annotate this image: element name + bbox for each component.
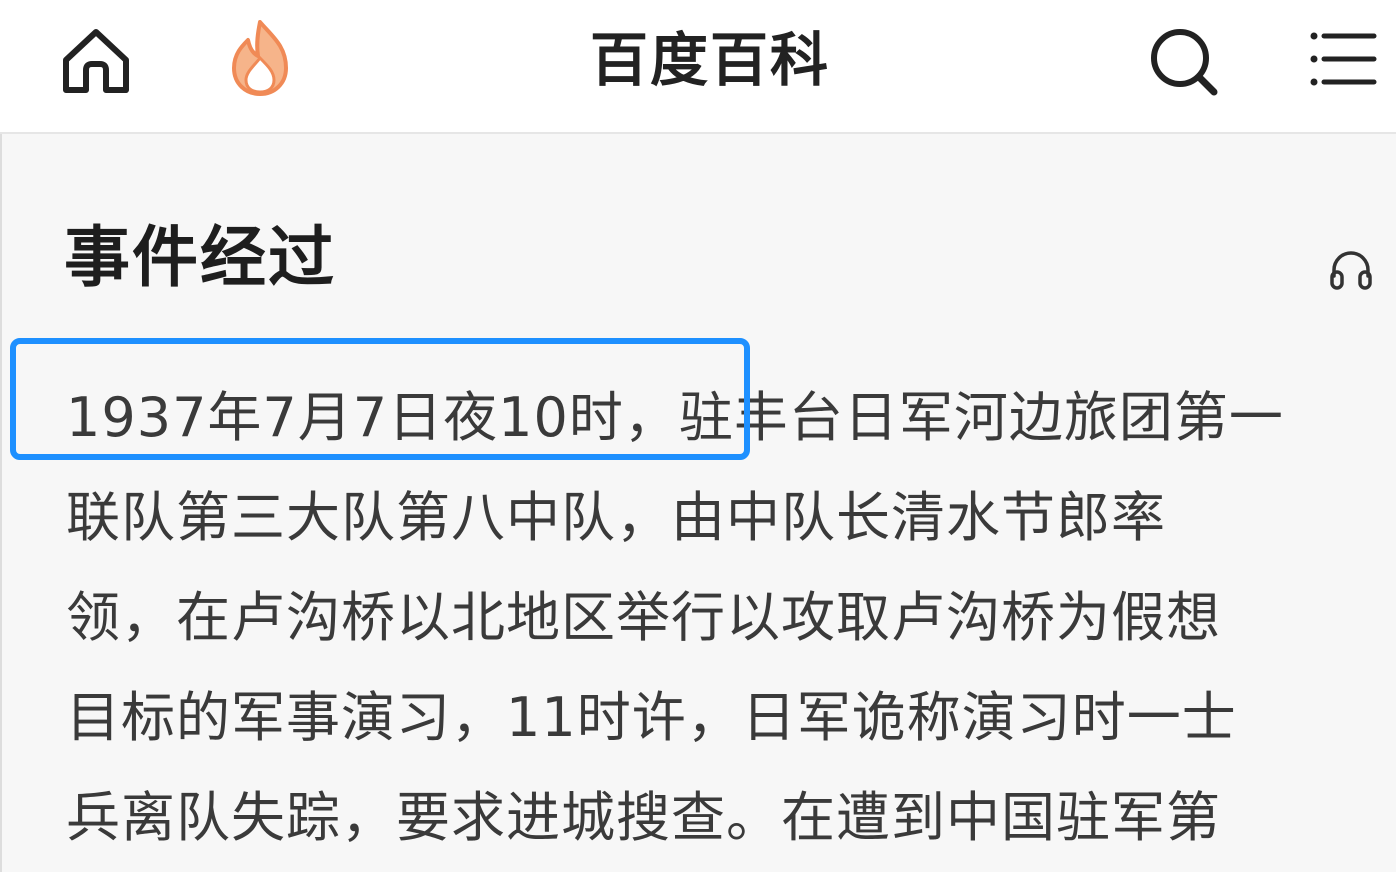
- menu-icon: [1310, 32, 1377, 86]
- headphones-icon: [1330, 251, 1372, 290]
- highlight-annotation-box: [10, 338, 750, 460]
- flame-icon: [232, 20, 288, 96]
- menu-button[interactable]: [1308, 26, 1380, 92]
- paragraph-line: 联队第三大队第八中队，由中队长清水节郎率: [66, 486, 1166, 549]
- search-button[interactable]: [1146, 24, 1224, 98]
- search-icon: [1151, 29, 1218, 96]
- paragraph-line: 兵离队失踪，要求进城搜查。在遭到中国驻军第: [66, 786, 1221, 849]
- home-icon: [63, 29, 129, 93]
- home-button[interactable]: [56, 24, 136, 100]
- paragraph-line: 领，在卢沟桥以北地区举行以攻取卢沟桥为假想: [66, 586, 1221, 649]
- section-title: 事件经过: [64, 219, 336, 296]
- article-content: 事件经过 1937年7月7日夜10时，驻丰台日军河边旅团第一 联队第三大队第八中…: [0, 134, 1396, 872]
- app-title: 百度百科: [589, 26, 830, 94]
- hot-button[interactable]: [220, 16, 300, 100]
- paragraph-line: 目标的军事演习，11时许，日军诡称演习时一士: [66, 686, 1237, 749]
- listen-button[interactable]: [1328, 246, 1374, 292]
- top-navigation-bar: 百度百科: [0, 0, 1396, 134]
